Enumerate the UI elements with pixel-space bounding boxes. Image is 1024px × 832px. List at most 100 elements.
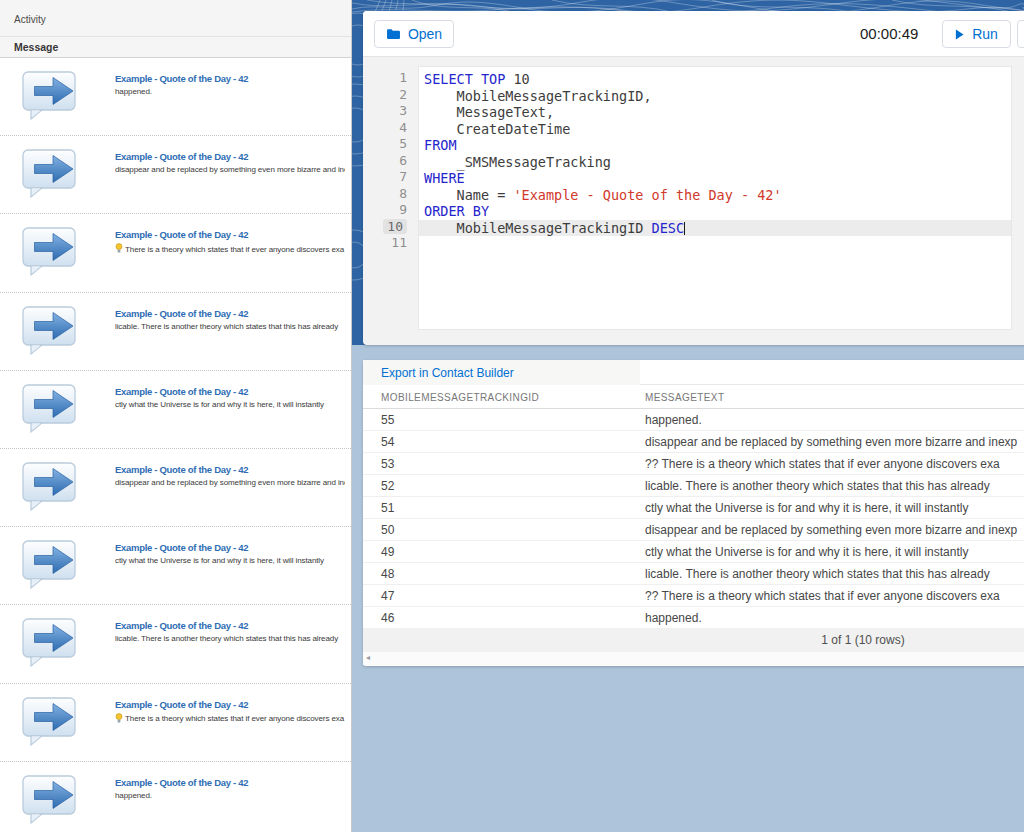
message-activity-item[interactable]: Example - Quote of the Day - 42 ctly wha… (0, 371, 351, 449)
run-button[interactable]: Run (942, 20, 1011, 48)
column-header-messagetext: MESSAGETEXT (645, 392, 724, 403)
message-item-subtitle: licable. There is another theory which s… (115, 634, 345, 643)
message-item-subtitle: happened. (115, 87, 345, 96)
message-item-title: Example - Quote of the Day - 42 (115, 777, 345, 788)
message-activity-item[interactable]: Example - Quote of the Day - 42 licable.… (0, 293, 351, 371)
cell-tracking-id: 48 (381, 567, 394, 581)
cell-tracking-id: 51 (381, 501, 394, 515)
cell-tracking-id: 52 (381, 479, 394, 493)
table-row: 49 ctly what the Universe is for and why… (363, 541, 1024, 563)
table-row: 55 happened. (363, 409, 1024, 431)
cell-message-text: happened. (645, 413, 702, 427)
activity-sidebar: Activity Message Example - Qu (0, 0, 352, 832)
sms-message-icon (22, 697, 76, 747)
sql-editor-card: Open 00:00:49 Run 1234567891011 SELECT T… (363, 11, 1024, 345)
query-results-card: Export in Contact Builder MOBILEMESSAGET… (363, 360, 1024, 666)
message-item-subtitle: ctly what the Universe is for and why it… (115, 556, 345, 565)
message-item-title: Example - Quote of the Day - 42 (115, 464, 345, 475)
table-row: 51 ctly what the Universe is for and why… (363, 497, 1024, 519)
results-table-body: 55 happened. 54 disappear and be replace… (363, 409, 1024, 629)
lightbulb-icon (115, 243, 123, 255)
cell-tracking-id: 50 (381, 523, 394, 537)
table-row: 46 happened. (363, 607, 1024, 629)
open-button[interactable]: Open (374, 20, 454, 48)
table-row: 54 disappear and be replaced by somethin… (363, 431, 1024, 453)
activity-header: Activity (0, 0, 351, 37)
table-row: 47 ?? There is a theory which states tha… (363, 585, 1024, 607)
table-row: 50 disappear and be replaced by somethin… (363, 519, 1024, 541)
column-header-mobilemessagetrackingid: MOBILEMESSAGETRACKINGID (381, 392, 539, 403)
sql-code-editor[interactable]: SELECT TOP 10 MobileMessageTrackingID, M… (418, 66, 1012, 330)
lightbulb-icon (115, 713, 123, 725)
message-item-title: Example - Quote of the Day - 42 (115, 308, 345, 319)
message-item-title: Example - Quote of the Day - 42 (115, 151, 345, 162)
sms-message-icon (22, 775, 76, 825)
sms-message-icon (22, 306, 76, 356)
cell-tracking-id: 54 (381, 435, 394, 449)
sms-message-icon (22, 227, 76, 277)
results-table-header: MOBILEMESSAGETRACKINGID MESSAGETEXT (363, 385, 1024, 409)
cell-message-text: disappear and be replaced by something e… (645, 435, 1017, 449)
message-activity-item[interactable]: Example - Quote of the Day - 42 There is… (0, 684, 351, 762)
message-item-subtitle: There is a theory which states that if e… (115, 713, 345, 725)
message-item-subtitle: There is a theory which states that if e… (115, 243, 345, 255)
message-activity-item[interactable]: Example - Quote of the Day - 42 ctly wha… (0, 527, 351, 605)
message-item-title: Example - Quote of the Day - 42 (115, 386, 345, 397)
cell-message-text: disappear and be replaced by something e… (645, 523, 1017, 537)
cell-message-text: ctly what the Universe is for and why it… (645, 545, 968, 559)
message-activity-item[interactable]: Example - Quote of the Day - 42 There is… (0, 214, 351, 292)
message-item-title: Example - Quote of the Day - 42 (115, 542, 345, 553)
editor-toolbar: Open 00:00:49 Run (363, 11, 1024, 57)
message-item-title: Example - Quote of the Day - 42 (115, 699, 345, 710)
pagination-label: 1 of 1 (10 rows) (773, 633, 953, 647)
message-activity-item[interactable]: Example - Quote of the Day - 42 disappea… (0, 136, 351, 214)
cell-tracking-id: 55 (381, 413, 394, 427)
line-number-gutter: 1234567891011 (363, 70, 413, 252)
table-row: 53 ?? There is a theory which states tha… (363, 453, 1024, 475)
message-activity-item[interactable]: Example - Quote of the Day - 42 disappea… (0, 449, 351, 527)
cell-tracking-id: 47 (381, 589, 394, 603)
sms-message-icon (22, 71, 76, 121)
query-studio-app: Activity Message Example - Qu (0, 0, 1024, 832)
folder-icon (386, 28, 401, 40)
cell-tracking-id: 46 (381, 611, 394, 625)
sms-message-icon (22, 462, 76, 512)
results-pagination: 1 of 1 (10 rows) (363, 629, 1024, 652)
message-item-subtitle: happened. (115, 791, 345, 800)
query-timer: 00:00:49 (860, 25, 918, 42)
sms-message-icon (22, 618, 76, 668)
table-row: 52 licable. There is another theory whic… (363, 475, 1024, 497)
sms-message-icon (22, 384, 76, 434)
cell-message-text: licable. There is another theory which s… (645, 567, 990, 581)
horizontal-scrollbar[interactable]: ◂ (363, 652, 1024, 665)
sms-message-icon (22, 540, 76, 590)
cell-message-text: ?? There is a theory which states that i… (645, 457, 1000, 471)
cell-message-text: ?? There is a theory which states that i… (645, 589, 1000, 603)
message-item-subtitle: disappear and be replaced by something e… (115, 478, 345, 487)
message-item-subtitle: disappear and be replaced by something e… (115, 165, 345, 174)
message-item-subtitle: licable. There is another theory which s… (115, 322, 345, 331)
sms-message-icon (22, 149, 76, 199)
message-activity-item[interactable]: Example - Quote of the Day - 42 happened… (0, 762, 351, 832)
play-icon (955, 29, 964, 40)
cell-tracking-id: 49 (381, 545, 394, 559)
scroll-left-arrow-icon[interactable]: ◂ (366, 653, 370, 662)
message-activity-item[interactable]: Example - Quote of the Day - 42 happened… (0, 58, 351, 136)
table-row: 48 licable. There is another theory whic… (363, 563, 1024, 585)
cell-message-text: ctly what the Universe is for and why it… (645, 501, 968, 515)
message-item-title: Example - Quote of the Day - 42 (115, 73, 345, 84)
message-header: Message (0, 37, 351, 58)
results-header-strip: Export in Contact Builder (363, 360, 1024, 385)
sql-code-pane: 1234567891011 SELECT TOP 10 MobileMessag… (363, 57, 1024, 345)
export-in-contact-builder-link[interactable]: Export in Contact Builder (381, 366, 514, 380)
message-list: Example - Quote of the Day - 42 happened… (0, 58, 351, 832)
message-item-title: Example - Quote of the Day - 42 (115, 229, 345, 240)
message-activity-item[interactable]: Example - Quote of the Day - 42 licable.… (0, 605, 351, 683)
query-editor-panel: Open 00:00:49 Run 1234567891011 SELECT T… (352, 0, 1024, 832)
message-item-title: Example - Quote of the Day - 42 (115, 620, 345, 631)
cell-message-text: licable. There is another theory which s… (645, 479, 990, 493)
cell-tracking-id: 53 (381, 457, 394, 471)
partial-button[interactable] (1017, 20, 1024, 48)
cell-message-text: happened. (645, 611, 702, 625)
message-item-subtitle: ctly what the Universe is for and why it… (115, 400, 345, 409)
